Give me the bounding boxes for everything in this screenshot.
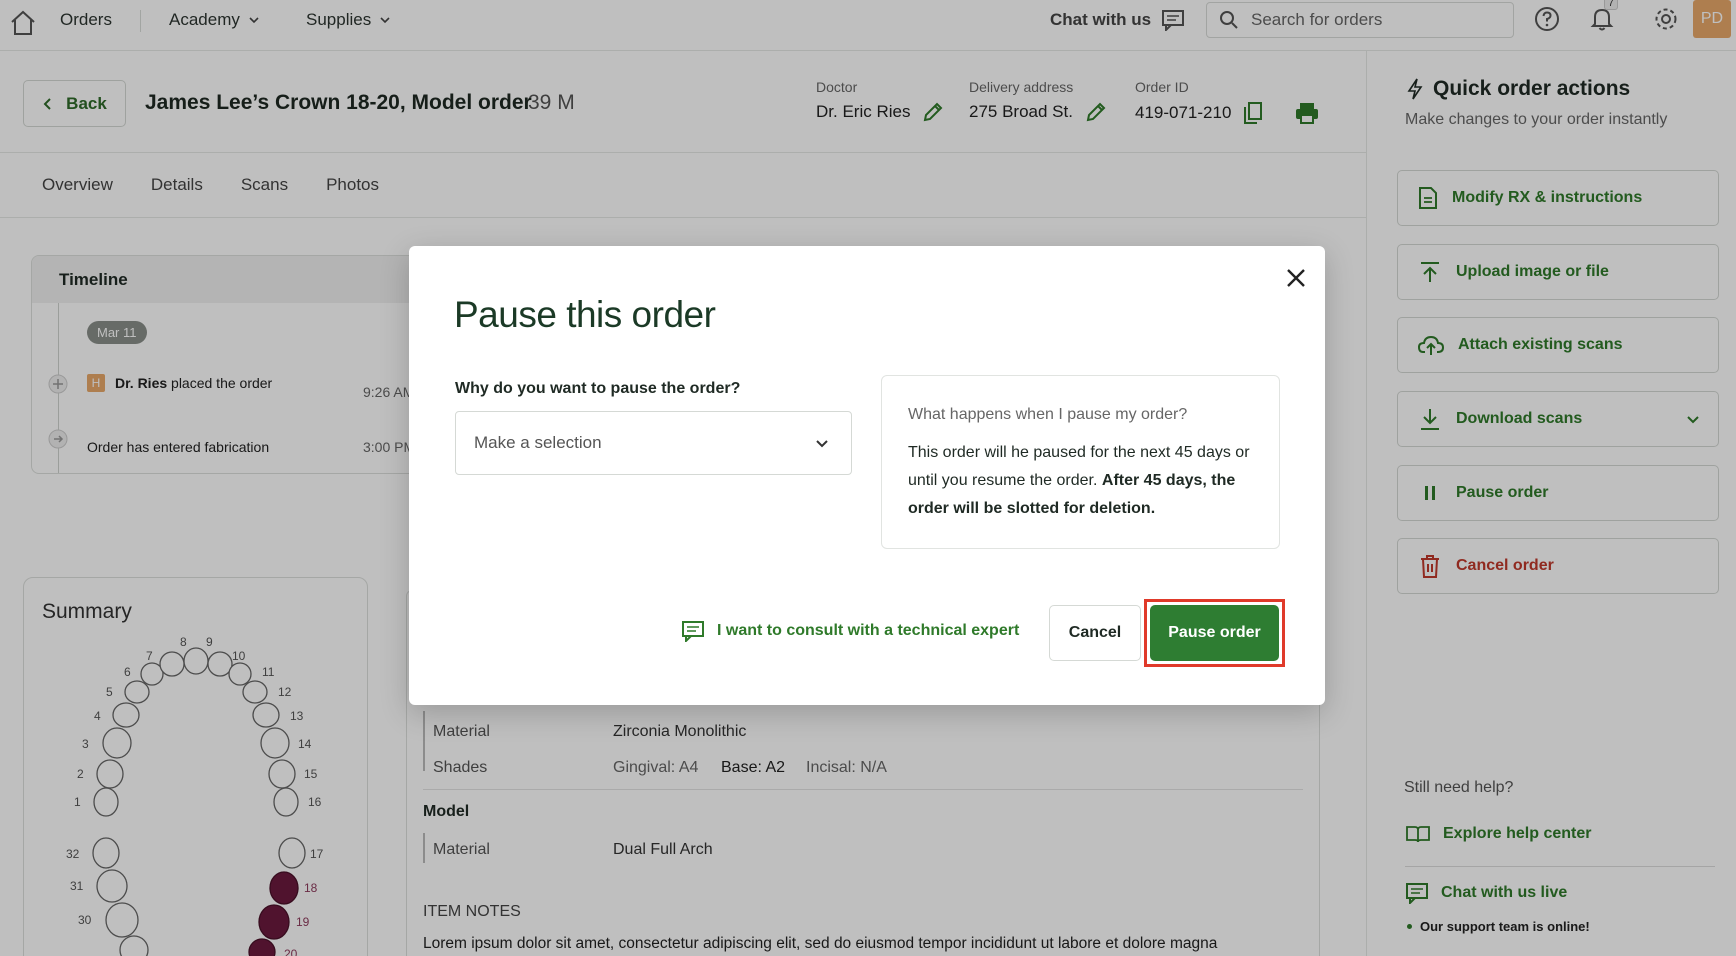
close-button[interactable] (1279, 261, 1313, 295)
cancel-button[interactable]: Cancel (1049, 605, 1141, 661)
pause-info-box: What happens when I pause my order? This… (881, 375, 1280, 549)
pause-reason-label: Why do you want to pause the order? (455, 380, 741, 397)
pause-order-button[interactable]: Pause order (1150, 605, 1279, 661)
info-body: This order will he paused for the next 4… (908, 444, 1250, 517)
dialog-title: Pause this order (454, 294, 716, 335)
chat-icon (682, 621, 704, 642)
pause-order-dialog: Pause this order Why do you want to paus… (409, 246, 1325, 705)
close-icon (1287, 269, 1305, 287)
chevron-down-icon (816, 440, 828, 448)
info-title: What happens when I pause my order? (908, 406, 1188, 423)
pause-reason-select[interactable]: Make a selection (455, 411, 852, 475)
consult-expert-link[interactable]: I want to consult with a technical exper… (681, 620, 1019, 642)
